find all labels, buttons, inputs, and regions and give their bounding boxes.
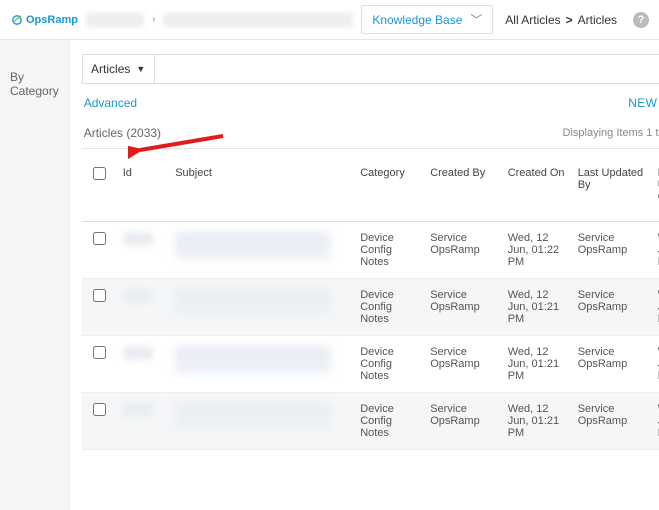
cell-last-updated-by: Service OpsRamp [572,393,652,450]
cell-created-on: Wed, 12 Jun, 01:22 PM [502,222,572,279]
cell-category: Device Config Notes [354,336,424,393]
cell-created-on: Wed, 12 Jun, 01:21 PM [502,279,572,336]
chevron-icon: › [152,14,155,25]
breadcrumb-articles: Articles [578,13,617,27]
cell-last-updated-by: Service OpsRamp [572,222,652,279]
cell-id-redacted [123,232,153,246]
select-all-checkbox[interactable] [93,167,106,180]
cell-subject-redacted [175,346,331,374]
cell-subject-redacted [175,232,331,260]
sidebar-title: By Category [0,70,69,108]
logo-text: OpsRamp [26,14,78,26]
logo: OpsRamp [10,13,78,27]
col-last-updated-on[interactable]: Last Updated On [652,149,659,222]
filter-label: Articles [91,62,130,76]
cell-subject-redacted [175,289,331,317]
cell-category: Device Config Notes [354,222,424,279]
cell-created-by: Service OpsRamp [424,222,502,279]
content: Articles ▼ Advanced NEW DELETE Articles … [70,40,659,510]
cell-last-updated-by: Service OpsRamp [572,279,652,336]
row-checkbox[interactable] [93,346,106,359]
cell-created-on: Wed, 12 Jun, 01:21 PM [502,336,572,393]
breadcrumb-redacted-2 [163,13,353,27]
filter-bar: Articles ▼ [82,54,659,84]
displaying-text: Displaying Items 1 to 20 of 2033 [563,127,659,139]
col-id[interactable]: Id [117,149,170,222]
cell-created-by: Service OpsRamp [424,336,502,393]
breadcrumb-redacted-1 [86,13,144,27]
app-header: OpsRamp › Knowledge Base ﹀ All Articles … [0,0,659,40]
articles-table: Id Subject Category Created By Created O… [82,148,659,450]
chevron-down-icon: ﹀ [470,11,482,28]
cell-subject-redacted [175,403,331,431]
actions-row: Advanced NEW DELETE [82,84,659,122]
cell-last-updated-on: Wed, 12 Jun, 01:21 PM [652,393,659,450]
knowledge-base-dropdown[interactable]: Knowledge Base ﹀ [361,5,493,34]
cell-created-by: Service OpsRamp [424,393,502,450]
title-row: Articles (2033) Displaying Items 1 to 20… [82,122,659,148]
logo-icon [10,13,24,27]
table-row[interactable]: Device Config NotesService OpsRampWed, 1… [82,393,659,450]
row-checkbox[interactable] [93,289,106,302]
sidebar: By Category [0,40,70,510]
cell-id-redacted [123,403,153,417]
caret-down-icon: ▼ [136,64,145,74]
cell-category: Device Config Notes [354,279,424,336]
breadcrumb-all-articles[interactable]: All Articles [505,13,560,27]
col-created-on[interactable]: Created On [502,149,572,222]
col-last-updated-by[interactable]: Last Updated By [572,149,652,222]
new-button[interactable]: NEW [628,96,657,110]
col-subject[interactable]: Subject [169,149,354,222]
table-row[interactable]: Device Config NotesService OpsRampWed, 1… [82,222,659,279]
cell-id-redacted [123,346,153,360]
cell-last-updated-on: Wed, 12 Jun, 01:21 PM [652,336,659,393]
breadcrumb-separator: > [566,13,573,27]
main: By Category Articles ▼ Advanced NEW DELE… [0,40,659,510]
advanced-link[interactable]: Advanced [84,96,137,110]
row-checkbox[interactable] [93,232,106,245]
table-row[interactable]: Device Config NotesService OpsRampWed, 1… [82,336,659,393]
row-checkbox[interactable] [93,403,106,416]
list-title: Articles (2033) [84,126,161,140]
col-category[interactable]: Category [354,149,424,222]
cell-last-updated-by: Service OpsRamp [572,336,652,393]
cell-category: Device Config Notes [354,393,424,450]
cell-created-by: Service OpsRamp [424,279,502,336]
cell-id-redacted [123,289,153,303]
help-icon[interactable]: ? [633,12,649,28]
col-created-by[interactable]: Created By [424,149,502,222]
cell-last-updated-on: Wed, 12 Jun, 01:21 PM [652,279,659,336]
filter-dropdown[interactable]: Articles ▼ [83,55,155,83]
search-input[interactable] [155,55,659,83]
cell-last-updated-on: Wed, 12 Jun, 01:22 PM [652,222,659,279]
table-row[interactable]: Device Config NotesService OpsRampWed, 1… [82,279,659,336]
cell-created-on: Wed, 12 Jun, 01:21 PM [502,393,572,450]
table-header-row: Id Subject Category Created By Created O… [82,149,659,222]
kb-label: Knowledge Base [372,13,462,27]
